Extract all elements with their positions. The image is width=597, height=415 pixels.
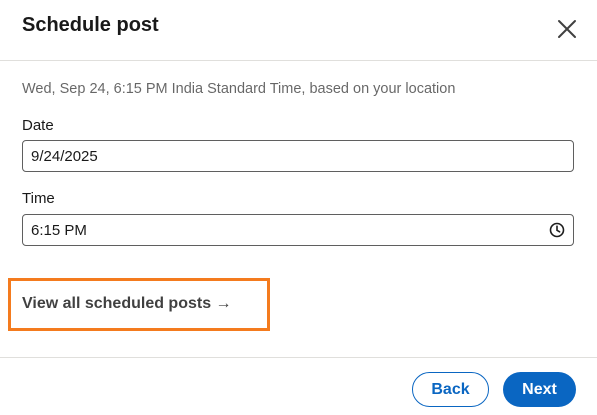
clock-icon[interactable] bbox=[549, 222, 565, 238]
next-button[interactable]: Next bbox=[503, 372, 576, 407]
time-input[interactable] bbox=[23, 215, 573, 245]
dialog-header: Schedule post bbox=[0, 0, 597, 61]
back-button[interactable]: Back bbox=[412, 372, 489, 407]
date-field[interactable] bbox=[22, 140, 574, 172]
time-field[interactable] bbox=[22, 214, 574, 246]
date-label: Date bbox=[22, 117, 54, 134]
view-all-scheduled-posts-link[interactable]: View all scheduled posts → bbox=[22, 295, 232, 313]
schedule-post-dialog: Schedule post Wed, Sep 24, 6:15 PM India… bbox=[0, 0, 597, 415]
dialog-title: Schedule post bbox=[22, 14, 159, 36]
close-button[interactable] bbox=[555, 15, 579, 43]
date-input[interactable] bbox=[23, 141, 573, 171]
close-icon bbox=[558, 20, 576, 38]
time-label: Time bbox=[22, 190, 55, 207]
timezone-note: Wed, Sep 24, 6:15 PM India Standard Time… bbox=[22, 81, 456, 97]
footer-divider bbox=[0, 357, 597, 358]
